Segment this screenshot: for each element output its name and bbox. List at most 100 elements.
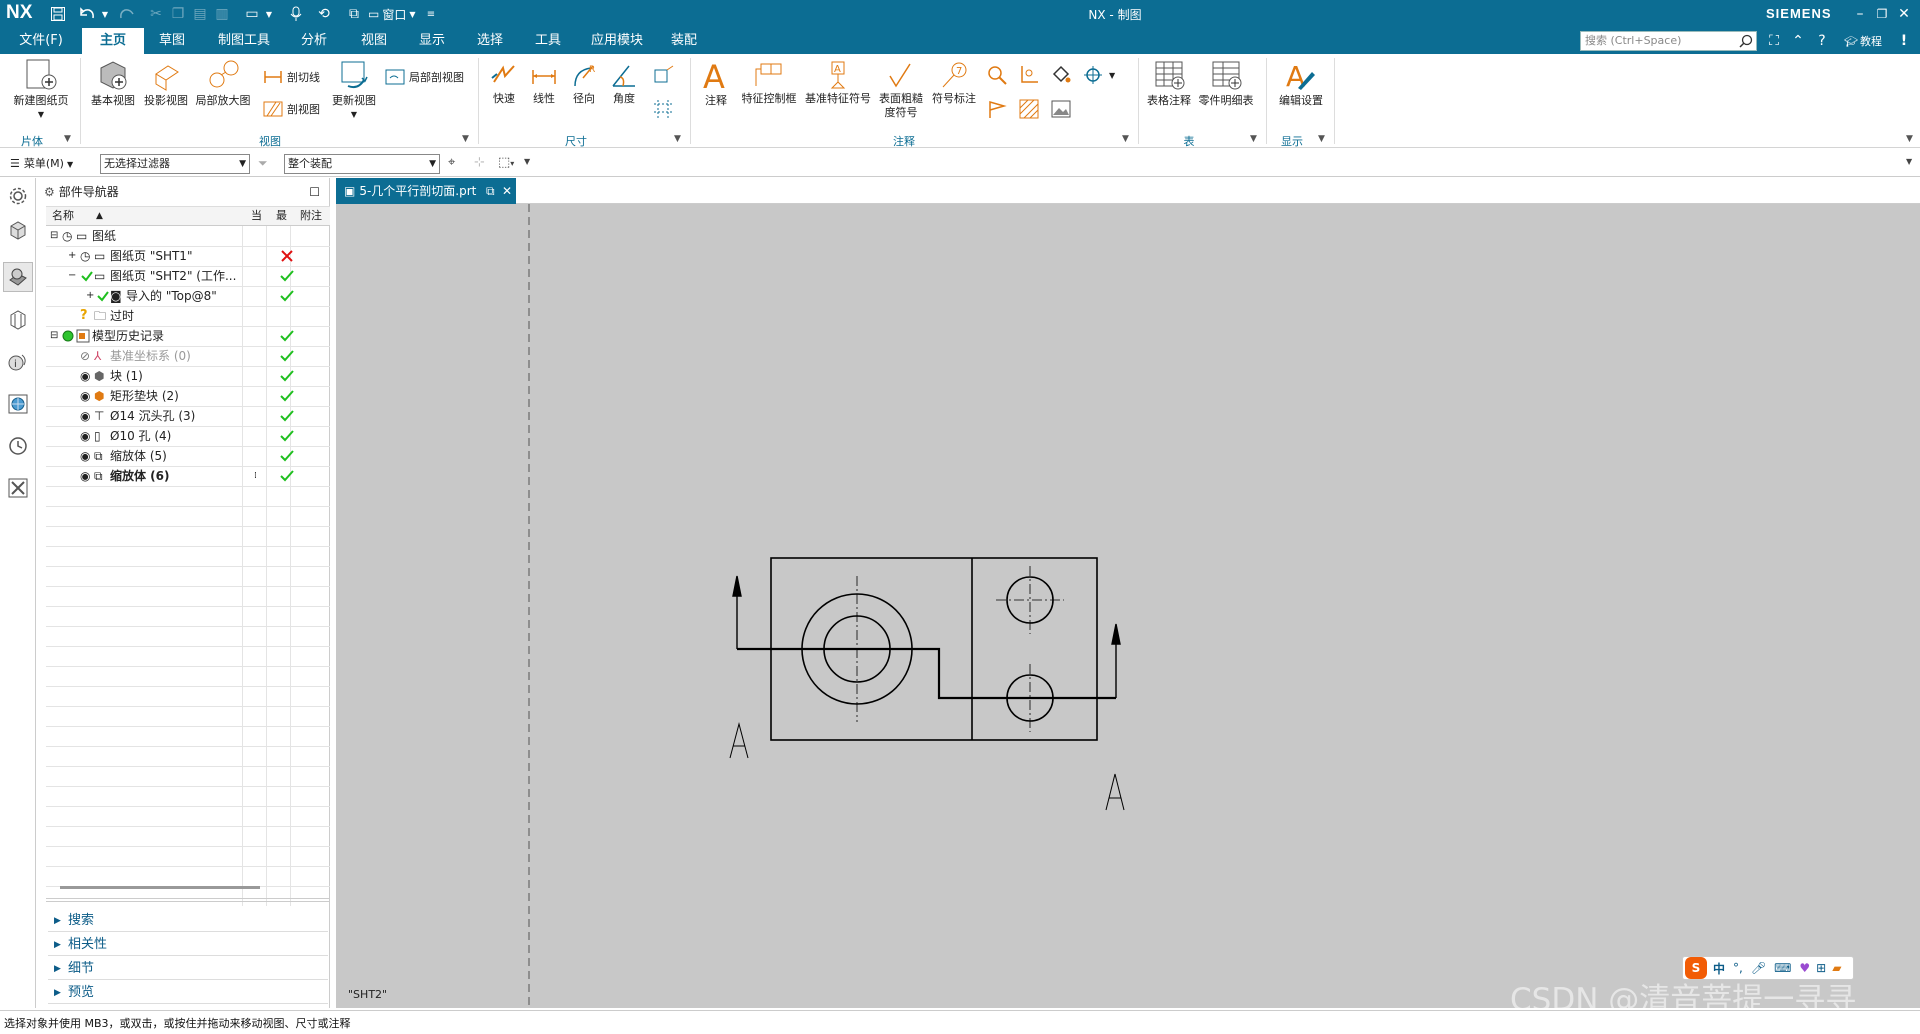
break-out-section-button[interactable]: 局部剖视图 xyxy=(384,68,464,86)
undo-icon[interactable] xyxy=(78,4,98,24)
radial-dimension-button[interactable]: R 径向 xyxy=(566,60,602,106)
tree-item-datum-csys[interactable]: ⊘ ⅄ 基准坐标系 (0) xyxy=(46,346,330,366)
feature-control-frame-button[interactable]: 特征控制框 xyxy=(738,60,800,106)
drawing-sheet[interactable] xyxy=(336,204,1920,1008)
column-name[interactable]: 名称 xyxy=(52,207,74,225)
roles-tools-icon[interactable] xyxy=(6,476,30,500)
group-sheet-expand-icon[interactable]: ▼ xyxy=(64,134,71,144)
skin-icon[interactable]: ♥ xyxy=(1799,961,1810,975)
datum-feature-symbol-button[interactable]: A 基准特征符号 xyxy=(802,60,874,106)
tab-drafting-tools[interactable]: 制图工具 xyxy=(206,28,282,54)
group-table-expand-icon[interactable]: ▼ xyxy=(1250,134,1257,144)
tree-item-block[interactable]: ◉ ⬢ 块 (1) xyxy=(46,366,330,386)
chain-dimension-button[interactable] xyxy=(652,98,679,120)
visible-eye-icon[interactable]: ◉ xyxy=(80,466,90,486)
surface-finish-button[interactable]: 表面粗糙 度符号 xyxy=(874,60,928,120)
selection-mode-icon[interactable]: ⬚▾ xyxy=(498,155,514,170)
image-button[interactable] xyxy=(1050,98,1075,120)
type-filter-select[interactable]: 无选择过滤器 ▼ xyxy=(100,154,250,174)
voice-input-icon[interactable]: 🎤︎ xyxy=(1751,961,1766,975)
microphone-icon[interactable] xyxy=(286,4,306,24)
tab-sketch[interactable]: 草图 xyxy=(148,28,196,54)
group-display-expand-icon[interactable]: ▼ xyxy=(1318,134,1325,144)
hd3d-tools-icon[interactable]: i xyxy=(6,350,30,374)
tab-display[interactable]: 显示 xyxy=(408,28,456,54)
close-button[interactable]: ✕ xyxy=(1894,4,1914,24)
section-dependencies[interactable]: ▶ 相关性 xyxy=(48,934,328,956)
section-preview[interactable]: ▶ 预览 xyxy=(48,982,328,1004)
keyboard-icon[interactable]: ⌨ xyxy=(1774,961,1791,975)
undo-dropdown-icon[interactable]: ▼ xyxy=(100,4,110,24)
section-line-button[interactable]: 剖切线 xyxy=(262,68,320,86)
ribbon-options-icon[interactable]: ▼ xyxy=(1906,134,1913,144)
close-tab-icon[interactable]: ✕ xyxy=(502,178,512,204)
detail-view-button[interactable]: 局部放大图 xyxy=(194,58,252,108)
help-icon[interactable]: ? xyxy=(1812,31,1832,51)
command-finder-icon[interactable]: ⟲ xyxy=(314,4,334,24)
base-view-button[interactable]: 基本视图 xyxy=(88,58,138,108)
tab-home[interactable]: 主页 xyxy=(82,28,144,54)
save-icon[interactable] xyxy=(48,4,68,24)
edit-settings-button[interactable]: A 编辑设置 xyxy=(1272,58,1330,108)
centerline-button[interactable] xyxy=(1018,64,1043,86)
expand-icon[interactable]: + xyxy=(86,286,94,306)
tree-item-sheet-sht1[interactable]: + ◷ ▭ 图纸页 "SHT1" xyxy=(46,246,330,266)
collapse-icon[interactable]: ⊟ xyxy=(50,226,58,246)
section-view-button[interactable]: 剖视图 xyxy=(262,100,320,118)
alert-icon[interactable]: ! xyxy=(1896,31,1912,51)
parts-list-button[interactable]: 零件明细表 xyxy=(1196,58,1256,108)
selection-bar-options-icon[interactable]: ▼ xyxy=(1906,157,1912,166)
tab-tools[interactable]: 工具 xyxy=(524,28,572,54)
visible-eye-icon[interactable]: ◉ xyxy=(80,366,90,386)
part-navigator-icon[interactable] xyxy=(3,262,33,292)
scope-select[interactable]: 整个装配 ▼ xyxy=(284,154,440,174)
assembly-navigator-icon[interactable] xyxy=(6,218,30,242)
tree-item-sheet-sht2[interactable]: − ▭ 图纸页 "SHT2" (工作... xyxy=(46,266,330,286)
settings-gear-icon[interactable] xyxy=(6,184,30,208)
ime-menu-icon[interactable]: ▰ xyxy=(1832,961,1841,975)
group-view-expand-icon[interactable]: ▼ xyxy=(462,134,469,144)
tab-analysis[interactable]: 分析 xyxy=(290,28,338,54)
tab-applications[interactable]: 应用模块 xyxy=(584,28,650,54)
reuse-library-icon[interactable] xyxy=(6,308,30,332)
tree-item-model-history[interactable]: ⊟ 模型历史记录 xyxy=(46,326,330,346)
new-sheet-button[interactable]: 新建图纸页 ▼ xyxy=(6,58,76,122)
navigator-horizontal-scrollbar[interactable] xyxy=(60,886,260,889)
zoom-annotation-button[interactable] xyxy=(986,64,1011,86)
section-details[interactable]: ▶ 细节 xyxy=(48,958,328,980)
column-current[interactable]: 当 xyxy=(251,207,262,225)
tree-item-hole[interactable]: ◉ ▯ Ø10 孔 (4) xyxy=(46,426,330,446)
toolbox-icon[interactable]: ⊞ xyxy=(1816,961,1826,975)
fill-button[interactable] xyxy=(1050,64,1075,86)
tutorial-button[interactable]: 🎓︎ 教程 xyxy=(1838,31,1888,51)
group-annotation-expand-icon[interactable]: ▼ xyxy=(1122,134,1129,144)
touch-mode-icon[interactable]: ▭ xyxy=(242,4,262,24)
note-button[interactable]: A 注释 xyxy=(696,58,736,108)
tree-item-rect-pad[interactable]: ◉ ⬢ 矩形垫块 (2) xyxy=(46,386,330,406)
tree-item-scale-body-6[interactable]: ◉ ⧉ 缩放体 (6) ⁞ xyxy=(46,466,330,486)
tree-item-drawing[interactable]: ⊟ ◷ ▭ 图纸 xyxy=(46,226,330,246)
visible-eye-icon[interactable]: ◉ xyxy=(80,426,90,446)
selection-more-icon[interactable]: ▼ xyxy=(524,157,530,166)
linear-dimension-button[interactable]: 线性 xyxy=(526,60,562,106)
hidden-eye-icon[interactable]: ⊘ xyxy=(80,346,90,366)
visible-eye-icon[interactable]: ◉ xyxy=(80,386,90,406)
tab-file[interactable]: 文件(F) xyxy=(8,28,74,54)
visible-eye-icon[interactable]: ◉ xyxy=(80,406,90,426)
tab-select[interactable]: 选择 xyxy=(466,28,514,54)
update-view-button[interactable]: 更新视图 ▼ xyxy=(326,58,382,122)
customize-qat-icon[interactable]: ≡ xyxy=(425,4,437,24)
tree-item-counterbore-hole[interactable]: ◉ ⊤ Ø14 沉头孔 (3) xyxy=(46,406,330,426)
switch-window-icon[interactable]: ⧉ xyxy=(344,4,364,24)
column-latest[interactable]: 最 xyxy=(276,207,287,225)
section-search[interactable]: ▶ 搜索 xyxy=(48,910,328,932)
tab-assembly[interactable]: 装配 xyxy=(660,28,708,54)
symbol-annotation-button[interactable]: 7 符号标注 xyxy=(928,60,980,106)
visible-eye-icon[interactable]: ◉ xyxy=(80,446,90,466)
graphics-window[interactable]: A A "SHT2" S 中 °, 🎤︎ ⌨ ♥ ⊞ ▰ CSDN @清音菩提一… xyxy=(336,204,1920,1008)
angular-dimension-button[interactable]: 角度 xyxy=(606,60,642,106)
target-point-button[interactable]: ▼ xyxy=(1082,64,1115,86)
group-dimension-expand-icon[interactable]: ▼ xyxy=(674,134,681,144)
ordinate-dimension-button[interactable] xyxy=(652,64,679,86)
collapse-icon[interactable]: − xyxy=(68,266,76,286)
